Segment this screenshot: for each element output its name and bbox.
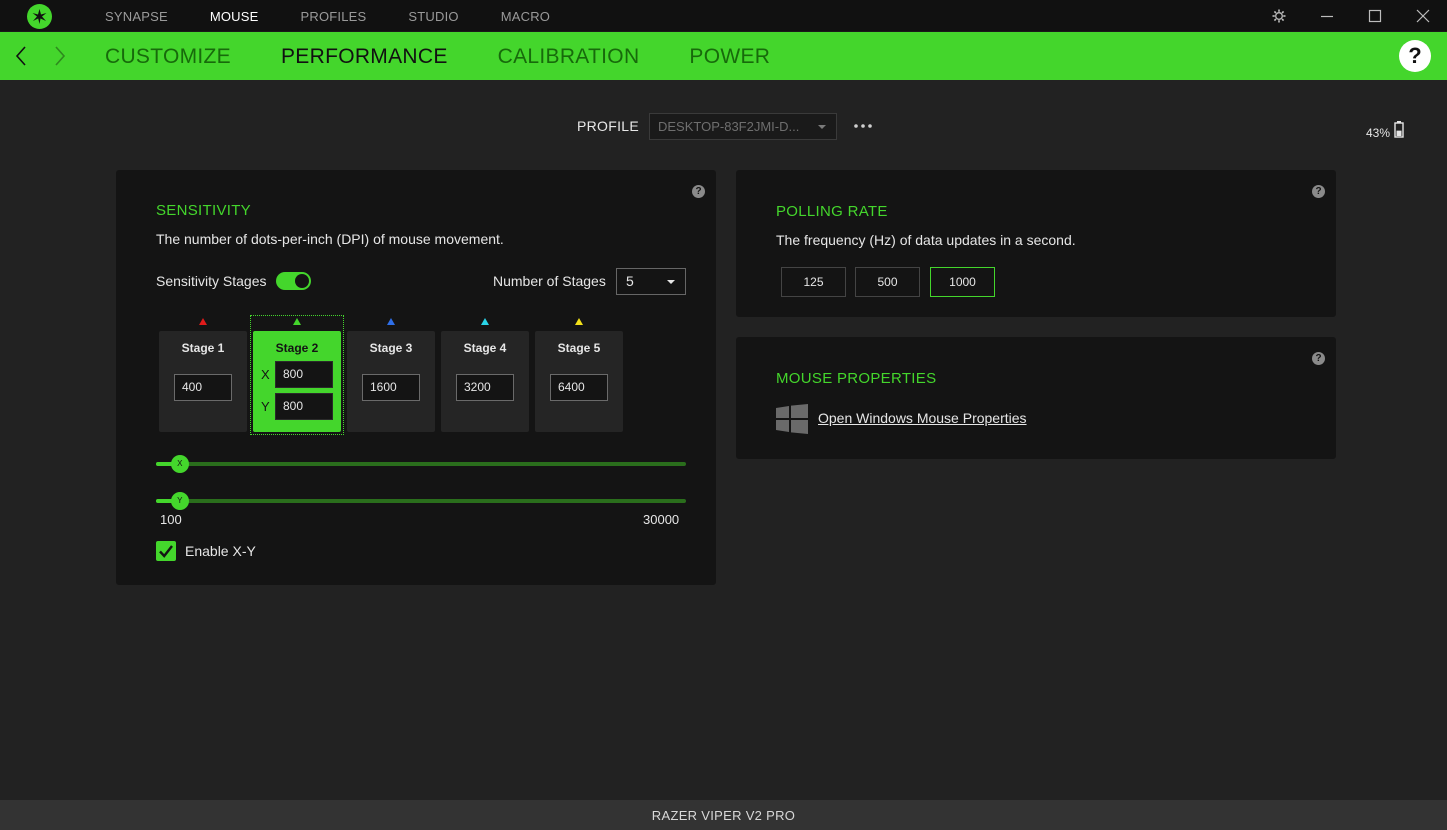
- device-name: RAZER VIPER V2 PRO: [651, 808, 796, 823]
- toggle-knob: [295, 274, 309, 288]
- stage-2-card[interactable]: Stage 2 X 800 Y 800: [253, 331, 341, 432]
- dpi-y-slider[interactable]: Y: [156, 492, 686, 510]
- dpi-y-slider-handle[interactable]: Y: [170, 492, 189, 510]
- sub-nav: CUSTOMIZE PERFORMANCE CALIBRATION POWER: [84, 32, 799, 80]
- close-icon[interactable]: [1399, 0, 1447, 32]
- top-nav-mouse[interactable]: MOUSE: [189, 0, 280, 32]
- sensitivity-title: SENSITIVITY: [156, 202, 251, 219]
- settings-icon[interactable]: [1255, 0, 1303, 32]
- tab-calibration[interactable]: CALIBRATION: [477, 32, 661, 80]
- stage-4-indicator-icon: [481, 318, 489, 325]
- slider-max-label: 30000: [643, 512, 680, 527]
- mouse-properties-title: MOUSE PROPERTIES: [776, 370, 937, 387]
- device-status-bar: RAZER VIPER V2 PRO: [0, 800, 1447, 830]
- minimize-icon[interactable]: [1303, 0, 1351, 32]
- dpi-x-slider[interactable]: X: [156, 455, 686, 473]
- razer-logo-icon[interactable]: [27, 4, 52, 29]
- stage-3-name: Stage 3: [369, 341, 413, 355]
- title-bar: SYNAPSE MOUSE PROFILES STUDIO MACRO: [0, 0, 1447, 32]
- stage-1-card[interactable]: Stage 1 400: [159, 331, 247, 432]
- polling-help-icon[interactable]: ?: [1312, 185, 1325, 198]
- top-nav-studio[interactable]: STUDIO: [387, 0, 479, 32]
- tab-performance[interactable]: PERFORMANCE: [260, 32, 469, 80]
- polling-125-button[interactable]: 125: [781, 267, 846, 297]
- stage-1-dpi-input[interactable]: 400: [174, 374, 232, 401]
- stage-2-name: Stage 2: [275, 341, 319, 355]
- stage-2-x-dpi-input[interactable]: 800: [275, 361, 333, 388]
- stage-5-indicator-icon: [575, 318, 583, 325]
- number-of-stages-dropdown[interactable]: 5: [616, 268, 686, 295]
- stage-3-dpi-input[interactable]: 1600: [362, 374, 420, 401]
- tab-power[interactable]: POWER: [668, 32, 791, 80]
- stage-2-y-label: Y: [261, 399, 270, 414]
- slider-min-label: 100: [160, 512, 182, 527]
- back-arrow-icon[interactable]: [10, 44, 34, 68]
- tab-customize[interactable]: CUSTOMIZE: [84, 32, 252, 80]
- stage-5-name: Stage 5: [557, 341, 601, 355]
- profile-dropdown-value: DESKTOP-83F2JMI-D...: [658, 119, 800, 134]
- top-nav-profiles[interactable]: PROFILES: [280, 0, 388, 32]
- open-windows-mouse-properties-link[interactable]: Open Windows Mouse Properties: [818, 410, 1027, 426]
- maximize-icon[interactable]: [1351, 0, 1399, 32]
- stage-1-name: Stage 1: [181, 341, 225, 355]
- mouse-properties-panel: [736, 337, 1336, 459]
- stage-5-card[interactable]: Stage 5 6400: [535, 331, 623, 432]
- sensitivity-help-icon[interactable]: ?: [692, 185, 705, 198]
- enable-xy-checkbox[interactable]: [156, 541, 176, 561]
- top-nav: SYNAPSE MOUSE PROFILES STUDIO MACRO: [84, 0, 571, 32]
- battery-icon: [1394, 121, 1404, 143]
- stage-2-y-dpi-input[interactable]: 800: [275, 393, 333, 420]
- polling-rate-description: The frequency (Hz) of data updates in a …: [776, 232, 1076, 248]
- battery-percent: 43%: [1366, 126, 1391, 140]
- more-icon[interactable]: [852, 117, 874, 135]
- number-of-stages-value: 5: [626, 273, 634, 289]
- number-of-stages-label: Number of Stages: [493, 273, 606, 289]
- forward-arrow-icon[interactable]: [47, 44, 71, 68]
- polling-1000-button[interactable]: 1000: [930, 267, 995, 297]
- dpi-x-slider-handle[interactable]: X: [170, 455, 189, 473]
- polling-rate-title: POLLING RATE: [776, 203, 888, 220]
- stage-4-card[interactable]: Stage 4 3200: [441, 331, 529, 432]
- stage-5-dpi-input[interactable]: 6400: [550, 374, 608, 401]
- chevron-down-icon: [667, 280, 675, 284]
- top-nav-synapse[interactable]: SYNAPSE: [84, 0, 189, 32]
- stage-4-name: Stage 4: [463, 341, 507, 355]
- sensitivity-stages-toggle[interactable]: [276, 272, 311, 290]
- stage-3-indicator-icon: [387, 318, 395, 325]
- profile-label: PROFILE: [577, 118, 640, 134]
- stage-4-dpi-input[interactable]: 3200: [456, 374, 514, 401]
- windows-icon: [776, 404, 808, 439]
- stage-2-x-label: X: [261, 367, 270, 382]
- polling-500-button[interactable]: 500: [855, 267, 920, 297]
- mouse-properties-help-icon[interactable]: ?: [1312, 352, 1325, 365]
- help-icon[interactable]: ?: [1399, 40, 1431, 72]
- sensitivity-description: The number of dots-per-inch (DPI) of mou…: [156, 231, 504, 247]
- stage-1-indicator-icon: [199, 318, 207, 325]
- check-icon: [159, 545, 173, 558]
- profile-dropdown[interactable]: DESKTOP-83F2JMI-D...: [649, 113, 837, 140]
- app-window: SYNAPSE MOUSE PROFILES STUDIO MACRO CUST…: [0, 0, 1447, 830]
- enable-xy-label: Enable X-Y: [185, 543, 256, 559]
- sensitivity-stages-label: Sensitivity Stages: [156, 273, 267, 289]
- chevron-down-icon: [818, 125, 826, 129]
- top-nav-macro[interactable]: MACRO: [480, 0, 571, 32]
- stage-3-card[interactable]: Stage 3 1600: [347, 331, 435, 432]
- sub-nav-bar: CUSTOMIZE PERFORMANCE CALIBRATION POWER: [0, 32, 1447, 80]
